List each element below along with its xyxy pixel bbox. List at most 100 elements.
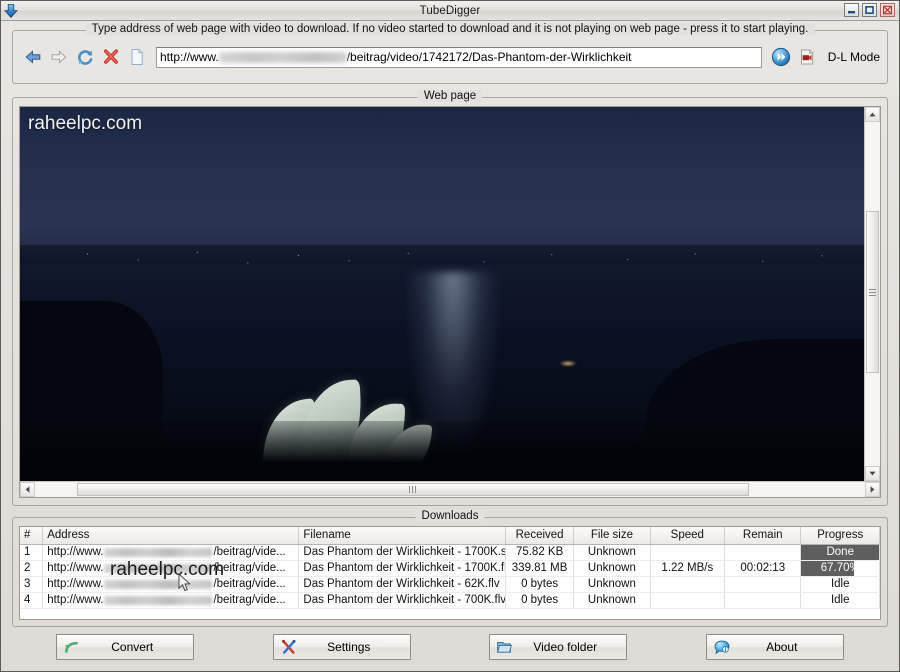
cell-received: 0 bytes [506, 576, 574, 592]
cell-address-redacted [104, 564, 212, 573]
scroll-up-arrow[interactable] [865, 107, 880, 122]
column-header-remain[interactable]: Remain [725, 527, 801, 544]
web-page-legend: Web page [418, 90, 482, 102]
progress-bar-label: Done [801, 545, 879, 560]
column-header-progress[interactable]: Progress [801, 527, 880, 544]
video-folder-button-label: Video folder [518, 640, 626, 654]
dl-mode-label: D-L Mode [828, 50, 880, 64]
table-row[interactable]: 4http://www./beitrag/vide...Das Phantom … [20, 592, 880, 608]
vertical-scroll-track[interactable] [865, 122, 880, 466]
column-header-filename[interactable]: Filename [299, 527, 506, 544]
cell-filesize: Unknown [574, 560, 650, 576]
minimize-button[interactable] [844, 3, 859, 17]
cell-speed [650, 592, 724, 608]
settings-button[interactable]: Settings [273, 634, 411, 660]
cell-address-redacted [104, 596, 212, 605]
downloads-panel: Downloads # Address Filename Received Fi… [12, 517, 888, 627]
progress-bar-label: Idle [801, 577, 879, 592]
play-circle-icon[interactable] [768, 44, 794, 70]
scene-sky [20, 107, 864, 264]
new-page-icon[interactable] [124, 44, 150, 70]
cell-number: 2 [20, 560, 43, 576]
cell-remain [725, 592, 801, 608]
url-prefix: http://www. [160, 50, 219, 64]
scroll-left-arrow[interactable] [20, 482, 35, 497]
cell-speed [650, 576, 724, 592]
column-header-speed[interactable]: Speed [650, 527, 724, 544]
web-page-horizontal-scrollbar[interactable] [20, 481, 880, 497]
cell-filesize: Unknown [574, 592, 650, 608]
web-page-vertical-scrollbar[interactable] [864, 107, 880, 481]
cell-address: http://www./beitrag/vide... [43, 576, 299, 592]
cell-received: 0 bytes [506, 592, 574, 608]
video-folder-button[interactable]: Video folder [489, 634, 627, 660]
stop-icon[interactable] [98, 44, 124, 70]
address-panel: Type address of web page with video to d… [12, 30, 888, 84]
cell-filename: Das Phantom der Wirklichkeit - 62K.flv [299, 576, 506, 592]
cell-address-suffix: /beitrag/vide... [213, 578, 285, 590]
downloads-list[interactable]: # Address Filename Received File size Sp… [19, 526, 881, 620]
progress-bar-label: 67.70% [801, 561, 879, 576]
cell-speed [650, 544, 724, 560]
cell-address-suffix: /beitrag/vide... [213, 594, 285, 606]
cell-address-redacted [104, 548, 212, 557]
web-page-viewport[interactable]: raheelpc.com [20, 107, 864, 481]
table-row[interactable]: 1http://www./beitrag/vide...Das Phantom … [20, 544, 880, 560]
cell-address-redacted [104, 580, 212, 589]
about-button[interactable]: About [706, 634, 844, 660]
horizontal-scroll-track[interactable] [35, 482, 865, 497]
forward-icon[interactable] [46, 44, 72, 70]
scene-boat-light [560, 361, 576, 366]
cell-progress: Idle [801, 576, 880, 592]
table-row[interactable]: 3http://www./beitrag/vide...Das Phantom … [20, 576, 880, 592]
video-file-icon[interactable] [794, 44, 820, 70]
vertical-scroll-thumb[interactable] [866, 211, 879, 373]
url-suffix: /beitrag/video/1742172/Das-Phantom-der-W… [347, 50, 632, 64]
application-window: TubeDigger Type address of web page with… [0, 0, 900, 672]
cell-filename: Das Phantom der Wirklichkeit - 1700K.flv [299, 560, 506, 576]
scroll-down-arrow[interactable] [865, 466, 880, 481]
address-panel-legend: Type address of web page with video to d… [86, 23, 815, 35]
window-controls [844, 3, 895, 17]
cell-remain [725, 576, 801, 592]
convert-arrow-icon [59, 636, 85, 658]
cell-address: http://www./beitrag/vide... [43, 592, 299, 608]
table-header-row: # Address Filename Received File size Sp… [20, 527, 880, 544]
column-header-received[interactable]: Received [506, 527, 574, 544]
progress-bar-label: Idle [801, 593, 879, 608]
downloads-legend: Downloads [416, 510, 485, 522]
cell-address: http://www./beitrag/vide... [43, 544, 299, 560]
table-row[interactable]: 2http://www./beitrag/vide...Das Phantom … [20, 560, 880, 576]
about-button-label: About [735, 640, 843, 654]
info-bubble-icon [709, 636, 735, 658]
action-button-row: Convert Settings Video folder [1, 627, 899, 671]
cell-speed: 1.22 MB/s [650, 560, 724, 576]
column-header-address[interactable]: Address [43, 527, 299, 544]
cell-remain: 00:02:13 [725, 560, 801, 576]
folder-icon [492, 636, 518, 658]
maximize-button[interactable] [862, 3, 877, 17]
refresh-icon[interactable] [72, 44, 98, 70]
cell-address: http://www./beitrag/vide... [43, 560, 299, 576]
url-domain-redacted [219, 52, 347, 63]
cell-filesize: Unknown [574, 544, 650, 560]
convert-button[interactable]: Convert [56, 634, 194, 660]
cell-number: 3 [20, 576, 43, 592]
window-title: TubeDigger [1, 5, 899, 17]
horizontal-scroll-thumb[interactable] [77, 483, 749, 496]
scene-foreground [20, 421, 864, 481]
address-input[interactable]: http://www. /beitrag/video/1742172/Das-Ph… [156, 47, 762, 68]
column-header-filesize[interactable]: File size [574, 527, 650, 544]
column-header-number[interactable]: # [20, 527, 43, 544]
cell-filename: Das Phantom der Wirklichkeit - 700K.flv [299, 592, 506, 608]
back-icon[interactable] [20, 44, 46, 70]
cell-filesize: Unknown [574, 576, 650, 592]
title-bar: TubeDigger [1, 1, 899, 21]
convert-button-label: Convert [85, 640, 193, 654]
progress-bar: 67.70% [801, 561, 879, 576]
web-page-panel: Web page [12, 97, 888, 506]
close-button[interactable] [880, 3, 895, 17]
scroll-right-arrow[interactable] [865, 482, 880, 497]
downloads-table-body: 1http://www./beitrag/vide...Das Phantom … [20, 544, 880, 608]
progress-bar: Idle [801, 577, 879, 592]
